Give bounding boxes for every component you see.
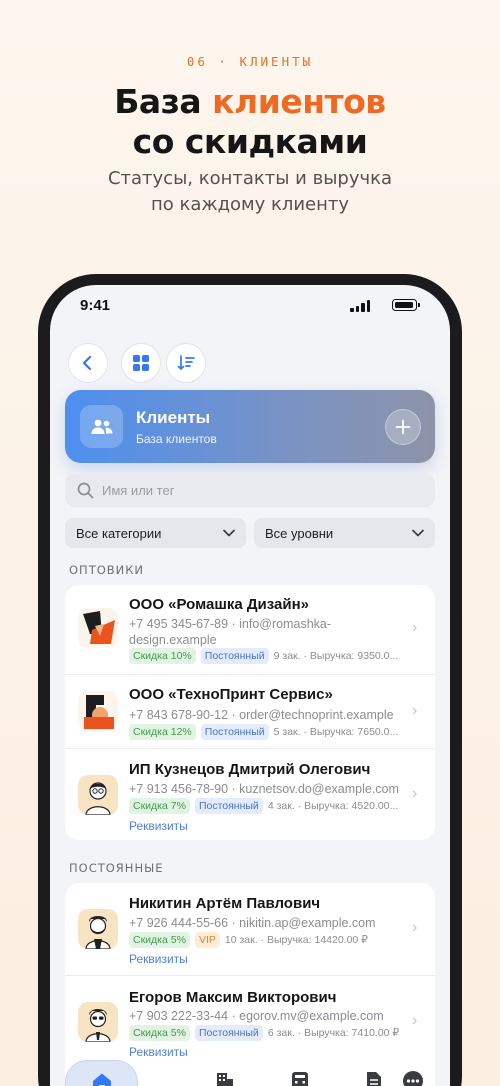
client-meta: 10 зак. · Выручка: 14420.00 ₽	[224, 934, 368, 946]
section-label-regular: ПОСТОЯННЫЕ	[69, 861, 164, 875]
discount-badge: Скидка 5%	[129, 1025, 190, 1041]
promo-subtitle-line1: Статусы, контакты и выручка	[107, 168, 393, 189]
more-icon	[403, 1071, 423, 1086]
tab-calculator[interactable]	[278, 1060, 322, 1086]
client-tags: Скидка 12% Постоянный 5 зак. · Выручка: …	[129, 724, 411, 740]
tab-more[interactable]	[391, 1060, 435, 1086]
client-row[interactable]: ИП Кузнецов Дмитрий Олегович +7 913 456-…	[65, 748, 435, 840]
hero-subtitle: База клиентов	[136, 432, 217, 446]
person-avatar-icon	[78, 909, 118, 949]
client-contact: +7 495 345-67-89 · info@romashka-design.…	[129, 617, 332, 647]
back-button[interactable]	[68, 343, 108, 383]
grid-icon	[133, 355, 149, 371]
level-filter-value: Все уровни	[265, 525, 334, 541]
promo-subtitle: Статусы, контакты и выручка по каждому к…	[0, 166, 500, 218]
chevron-right-icon: ›	[412, 1012, 418, 1029]
status-badge: VIP	[194, 932, 220, 948]
discount-badge: Скидка 12%	[129, 724, 196, 740]
client-meta: 4 зак. · Выручка: 4520.00...	[267, 800, 399, 812]
wholesale-clients-card: ООО «Ромашка Дизайн» +7 495 345-67-89 · …	[65, 585, 435, 840]
company-logo-icon	[78, 691, 118, 731]
discount-badge: Скидка 5%	[129, 932, 190, 948]
client-row[interactable]: ООО «Ромашка Дизайн» +7 495 345-67-89 · …	[65, 585, 435, 674]
document-icon	[367, 1072, 381, 1086]
home-icon	[93, 1073, 111, 1086]
requisites-link[interactable]: Реквизиты	[129, 819, 188, 833]
status-badge: Постоянный	[200, 648, 269, 664]
client-meta: 6 зак. · Выручка: 7410.00 ₽	[267, 1027, 400, 1039]
client-tags: Скидка 7% Постоянный 4 зак. · Выручка: 4…	[129, 798, 411, 814]
discount-badge: Скидка 10%	[129, 648, 196, 664]
clients-hero-card: Клиенты База клиентов	[65, 390, 435, 463]
level-filter-select[interactable]: Все уровни	[254, 518, 435, 548]
tab-home[interactable]	[65, 1060, 138, 1086]
promo-subtitle-line2: по каждому клиенту	[150, 194, 350, 215]
client-contact: +7 843 678-90-12 · order@technoprint.exa…	[129, 708, 394, 722]
status-time: 9:41	[80, 297, 111, 314]
client-contact: +7 903 222-33-44 · egorov.mv@example.com	[129, 1009, 384, 1023]
battery-icon	[392, 299, 420, 311]
client-name: ООО «Ромашка Дизайн»	[129, 596, 309, 613]
sort-icon	[177, 355, 195, 370]
client-row[interactable]: Егоров Максим Викторович +7 903 222-33-4…	[65, 975, 435, 1067]
chevron-right-icon: ›	[412, 702, 418, 719]
client-name: Егоров Максим Викторович	[129, 989, 337, 1006]
discount-badge: Скидка 7%	[129, 798, 190, 814]
company-logo-icon	[78, 608, 118, 648]
section-label-wholesale: ОПТОВИКИ	[69, 563, 145, 577]
plus-icon	[395, 419, 411, 435]
add-client-button[interactable]	[385, 409, 421, 445]
search-field[interactable]	[65, 474, 435, 507]
status-bar: 9:41	[50, 285, 450, 329]
requisites-link[interactable]: Реквизиты	[129, 1045, 188, 1059]
chevron-right-icon: ›	[412, 785, 418, 802]
client-contact: +7 926 444-55-66 · nikitin.ap@example.co…	[129, 916, 376, 930]
tab-companies[interactable]	[203, 1060, 247, 1086]
promo-title-line2: со скидками	[132, 122, 368, 161]
chevron-left-icon	[82, 355, 92, 371]
requisites-link[interactable]: Реквизиты	[129, 952, 188, 966]
client-name: Никитин Артём Павлович	[129, 895, 321, 912]
search-icon	[77, 482, 94, 499]
tab-documents[interactable]	[352, 1060, 396, 1086]
status-badge: Постоянный	[194, 1025, 263, 1041]
regular-clients-card: Никитин Артём Павлович +7 926 444-55-66 …	[65, 883, 435, 1086]
hero-title: Клиенты	[136, 408, 211, 427]
users-icon	[80, 405, 123, 448]
app-screen: 9:41 Клиенты База клиентов Имя или тег В…	[50, 285, 450, 1086]
person-avatar-icon	[78, 1002, 118, 1042]
search-input[interactable]	[102, 483, 402, 498]
person-avatar-icon	[78, 775, 118, 815]
client-name: ООО «ТехноПринт Сервис»	[129, 686, 333, 703]
client-row[interactable]: ООО «ТехноПринт Сервис» +7 843 678-90-12…	[65, 674, 435, 748]
building-icon	[217, 1073, 233, 1086]
calculator-icon	[292, 1072, 308, 1086]
tab-bar	[65, 1060, 435, 1086]
chevron-right-icon: ›	[412, 919, 418, 936]
promo-title: База клиентов со скидками	[0, 82, 500, 162]
promo-title-part1: База	[114, 82, 213, 121]
client-row[interactable]: Никитин Артём Павлович +7 926 444-55-66 …	[65, 883, 435, 975]
client-tags: Скидка 5% Постоянный 6 зак. · Выручка: 7…	[129, 1025, 411, 1041]
client-contact: +7 913 456-78-90 · kuznetsov.do@example.…	[129, 782, 399, 796]
client-meta: 9 зак. · Выручка: 9350.0...	[273, 650, 399, 662]
client-meta: 5 зак. · Выручка: 7650.0...	[273, 726, 399, 738]
promo-kicker: 06 · КЛИЕНТЫ	[186, 54, 314, 69]
client-tags: Скидка 5% VIP 10 зак. · Выручка: 14420.0…	[129, 932, 411, 948]
signal-icon	[350, 300, 372, 312]
client-name: ИП Кузнецов Дмитрий Олегович	[129, 761, 371, 778]
sort-button[interactable]	[166, 343, 206, 383]
promo-title-accent: клиентов	[212, 82, 386, 121]
status-badge: Постоянный	[200, 724, 269, 740]
category-filter-value: Все категории	[76, 525, 162, 541]
chevron-down-icon	[412, 529, 424, 537]
category-filter-select[interactable]: Все категории	[65, 518, 246, 548]
chevron-right-icon: ›	[412, 619, 418, 636]
grid-view-button[interactable]	[121, 343, 161, 383]
chevron-down-icon	[223, 529, 235, 537]
status-badge: Постоянный	[194, 798, 263, 814]
client-tags: Скидка 10% Постоянный 9 зак. · Выручка: …	[129, 648, 411, 664]
